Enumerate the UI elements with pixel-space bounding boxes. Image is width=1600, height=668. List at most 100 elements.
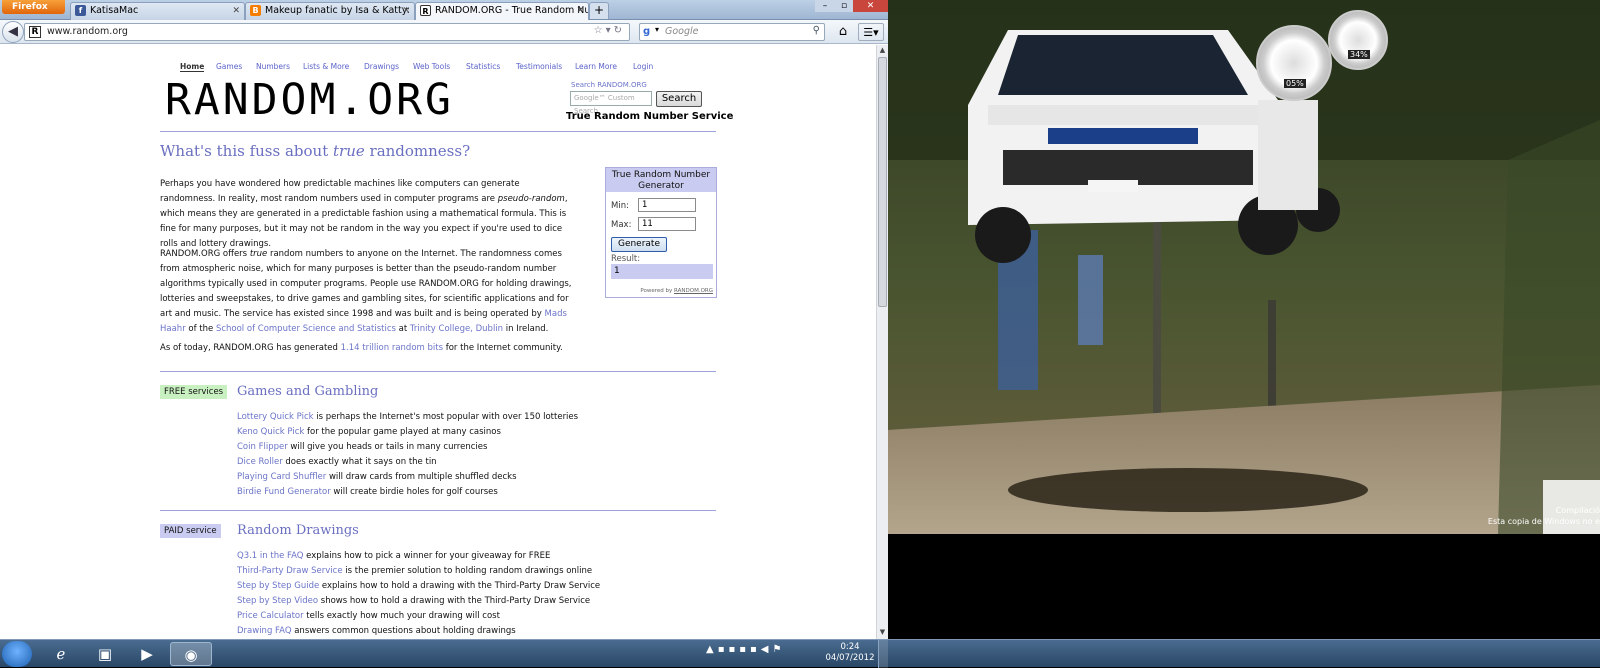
cpu-meter-gadget[interactable]: 05% [1256,25,1332,101]
link-dice-roller[interactable]: Dice Roller [237,457,283,467]
nav-learn-more[interactable]: Learn More [575,62,617,71]
tab-makeup-fanatic[interactable]: B Makeup fanatic by Isa & Katty: 1º Sor.… [245,2,415,20]
nav-login[interactable]: Login [633,62,653,71]
bookmarks-menu-icon[interactable]: ☰▾ [858,23,884,41]
memory-meter-value: 34% [1348,50,1370,59]
desktop-wallpaper: 05% 34% [888,0,1600,534]
show-desktop-button[interactable] [878,640,888,668]
chevron-down-icon[interactable]: ▾ [655,25,659,34]
clock[interactable]: 0:24 04/07/2012 [822,642,878,664]
close-icon[interactable]: ✕ [232,3,240,19]
link-keno-quick-pick[interactable]: Keno Quick Pick [237,427,304,437]
nav-testimonials[interactable]: Testimonials [516,62,562,71]
list-item: Third-Party Draw Service is the premier … [237,566,593,576]
tab-random-org[interactable]: R RANDOM.ORG - True Random Num... ✕ [415,2,589,20]
windows-explorer-icon[interactable]: ▣ [88,642,122,666]
nav-games[interactable]: Games [216,62,242,71]
firefox-icon[interactable]: ◉ [170,642,212,666]
link-step-video[interactable]: Step by Step Video [237,596,318,606]
firefox-menu-button[interactable]: Firefox [2,0,65,14]
google-icon[interactable]: g [643,26,655,38]
maximize-button[interactable]: ▫ [835,0,853,12]
search-placeholder: Google [665,26,699,37]
new-tab-button[interactable]: + [589,2,609,19]
link-faq-q31[interactable]: Q3.1 in the FAQ [237,551,303,561]
nav-statistics[interactable]: Statistics [466,62,500,71]
link-school[interactable]: School of Computer Science and Statistic… [216,324,396,334]
random-org-icon: R [420,5,431,16]
paid-service-badge: PAID service [160,524,221,538]
site-search-button[interactable]: Search [656,91,702,107]
link-trinity-college[interactable]: Trinity College, Dublin [410,324,503,334]
minimize-button[interactable]: – [815,0,835,12]
list-item: Drawing FAQ answers common questions abo… [237,626,516,636]
generate-button[interactable]: Generate [611,237,667,252]
vertical-scrollbar[interactable]: ▲ ▼ [876,45,888,639]
search-icon[interactable]: ⚲ [813,25,820,36]
list-item: Dice Roller does exactly what it says on… [237,457,437,467]
min-input[interactable]: 1 [638,198,696,212]
scroll-down-icon[interactable]: ▼ [877,627,888,638]
nav-web-tools[interactable]: Web Tools [413,62,450,71]
url-bar[interactable]: R www.random.org ☆▾↻ [24,23,630,41]
link-random-bits[interactable]: 1.14 trillion random bits [341,343,443,353]
site-search-input[interactable]: Google™ Custom Search [570,91,652,115]
list-item: Coin Flipper will give you heads or tail… [237,442,488,452]
browser-window: Firefox f KatisaMac ✕ B Makeup fanatic b… [0,0,888,639]
site-logo[interactable]: RANDOM.ORG [165,76,454,124]
start-button[interactable] [2,641,32,667]
site-search-label: Search RANDOM.ORG [571,81,647,89]
link-price-calculator[interactable]: Price Calculator [237,611,304,621]
max-input[interactable]: 11 [638,217,696,231]
list-item: Lottery Quick Pick is perhaps the Intern… [237,412,579,422]
close-window-button[interactable]: ✕ [853,0,888,12]
tab-title: Makeup fanatic by Isa & Katty: 1º Sor... [265,5,414,16]
clock-date: 04/07/2012 [825,653,875,663]
tab-katisamac[interactable]: f KatisaMac ✕ [70,2,245,20]
max-label: Max: [611,220,632,230]
url-text: www.random.org [47,26,128,37]
link-birdie-fund[interactable]: Birdie Fund Generator [237,487,331,497]
media-player-icon[interactable]: ▶ [130,642,164,666]
cpu-meter-value: 05% [1284,79,1306,88]
result-label: Result: [611,254,641,264]
back-arrow-icon[interactable]: ◀ [2,21,24,43]
window-controls: – ▫ ✕ [815,0,888,12]
link-step-guide[interactable]: Step by Step Guide [237,581,319,591]
link-coin-flipper[interactable]: Coin Flipper [237,442,288,452]
min-label: Min: [611,201,629,211]
list-item: Playing Card Shuffler will draw cards fr… [237,472,517,482]
system-tray[interactable]: ▲▪▪▪▪◀⚑ [706,644,785,655]
memory-meter-gadget[interactable]: 34% [1328,10,1388,70]
url-bar-icons[interactable]: ☆▾↻ [594,25,625,36]
link-lottery-quick-pick[interactable]: Lottery Quick Pick [237,412,314,422]
link-card-shuffler[interactable]: Playing Card Shuffler [237,472,326,482]
rally-car-photo [888,0,1600,534]
list-item: Step by Step Video shows how to hold a d… [237,596,591,606]
scrollbar-thumb[interactable] [878,57,887,307]
intro-paragraph-3: As of today, RANDOM.ORG has generated 1.… [160,343,563,353]
divider [160,510,716,511]
widget-title: True Random Number Generator [606,168,716,192]
internet-explorer-icon[interactable]: ℯ [44,642,78,666]
link-third-party-draw[interactable]: Third-Party Draw Service [237,566,343,576]
close-icon[interactable]: ✕ [402,3,410,19]
taskbar: ℯ ▣ ▶ ◉ ▲▪▪▪▪◀⚑ 0:24 04/07/2012 [0,639,1600,668]
nav-home[interactable]: Home [180,62,205,72]
list-item: Price Calculator tells exactly how much … [237,611,500,621]
tab-bar: Firefox f KatisaMac ✕ B Makeup fanatic b… [0,0,888,20]
nav-numbers[interactable]: Numbers [256,62,290,71]
scroll-up-icon[interactable]: ▲ [877,45,888,56]
nav-lists-more[interactable]: Lists & More [303,62,349,71]
facebook-icon: f [75,5,86,16]
navigation-toolbar: ◀ R www.random.org ☆▾↻ g ▾ Google ⚲ ⌂ ☰▾ [0,20,888,44]
result-value: 1 [611,264,713,279]
site-identity-icon[interactable]: R [29,26,41,38]
close-icon[interactable]: ✕ [576,3,584,19]
link-drawing-faq[interactable]: Drawing FAQ [237,626,292,636]
powered-by-link[interactable]: RANDOM.ORG [674,288,713,294]
home-icon[interactable]: ⌂ [833,23,853,41]
windows-watermark: Compilació Esta copia de Windows no e [1487,506,1600,526]
search-bar[interactable]: g ▾ Google ⚲ [639,23,825,41]
nav-drawings[interactable]: Drawings [364,62,399,71]
